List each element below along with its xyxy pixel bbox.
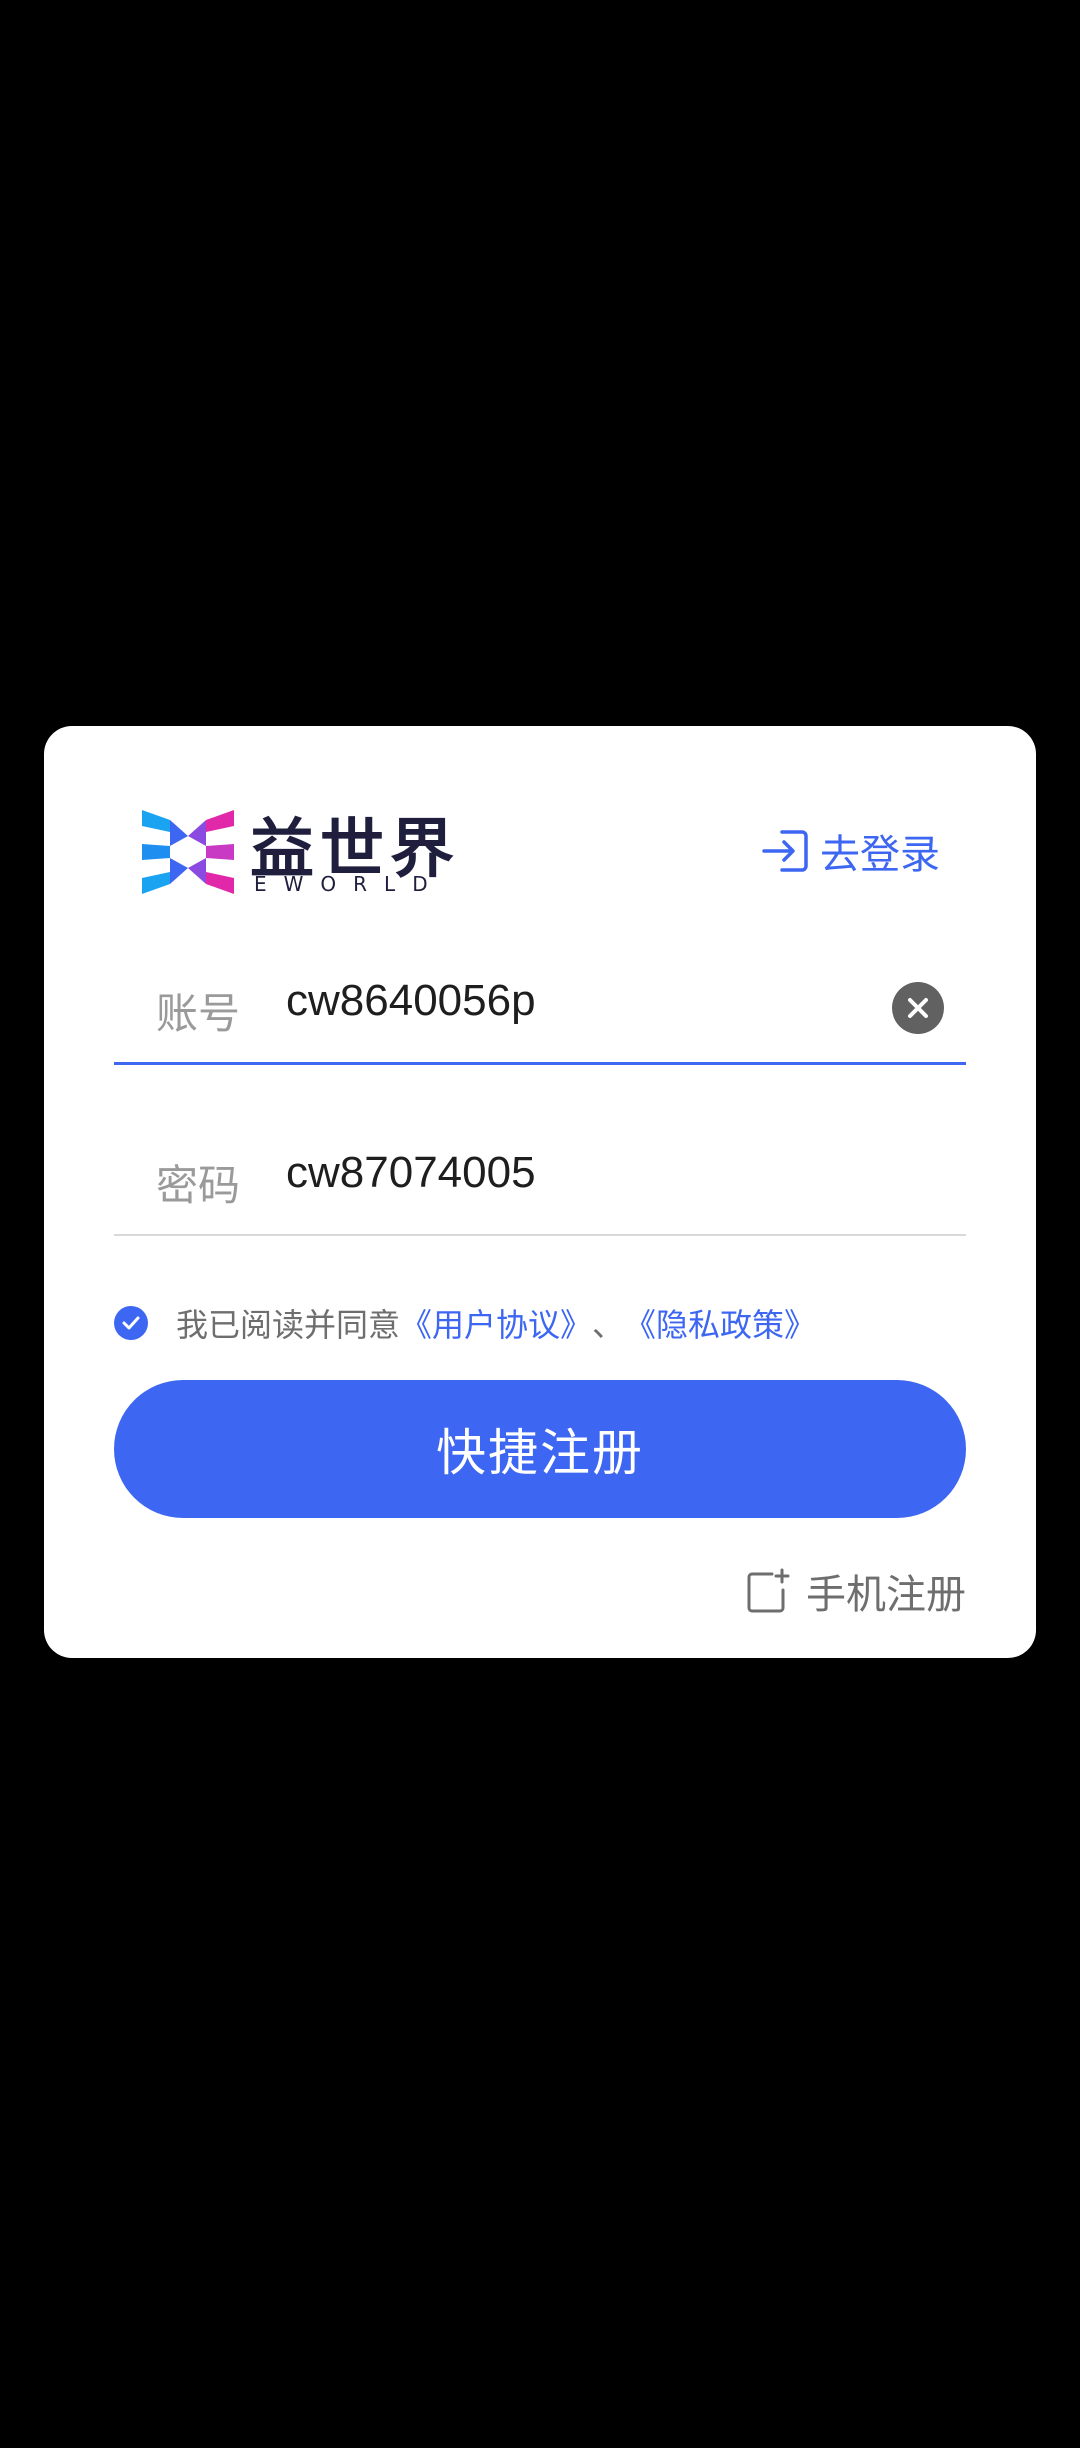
quick-register-button[interactable]: 快捷注册 bbox=[114, 1380, 966, 1518]
account-field[interactable]: 账号 cw8640056p bbox=[114, 952, 966, 1065]
register-dialog: 益世界 EWORLD 去登录 账号 cw8640056p 密码 cw870740… bbox=[44, 726, 1036, 1658]
brand-name-en: EWORLD bbox=[254, 872, 445, 896]
phone-register-icon bbox=[747, 1568, 790, 1613]
agreement-checkbox[interactable] bbox=[114, 1306, 148, 1340]
privacy-policy-link[interactable]: 《隐私政策》 bbox=[624, 1300, 816, 1346]
password-input[interactable]: cw87074005 bbox=[286, 1148, 536, 1198]
brand-logo: 益世界 EWORLD bbox=[140, 802, 460, 902]
account-input[interactable]: cw8640056p bbox=[286, 976, 536, 1026]
phone-register-label: 手机注册 bbox=[806, 1572, 966, 1618]
go-login-link[interactable]: 去登录 bbox=[760, 822, 940, 880]
close-icon bbox=[908, 998, 928, 1018]
agreement-row: 我已阅读并同意 《用户协议》 、 《隐私政策》 bbox=[114, 1300, 816, 1346]
check-icon bbox=[122, 1316, 140, 1330]
password-field[interactable]: 密码 cw87074005 bbox=[114, 1124, 966, 1236]
login-icon bbox=[762, 830, 808, 872]
phone-register-link[interactable]: 手机注册 bbox=[746, 1562, 966, 1620]
eworld-logo-icon bbox=[142, 810, 234, 894]
clear-account-button[interactable] bbox=[892, 982, 944, 1034]
account-label: 账号 bbox=[156, 989, 241, 1038]
agreement-prefix: 我已阅读并同意 bbox=[176, 1306, 401, 1344]
user-agreement-link[interactable]: 《用户协议》 bbox=[400, 1300, 592, 1346]
agreement-separator: 、 bbox=[592, 1306, 625, 1344]
password-label: 密码 bbox=[156, 1161, 241, 1210]
go-login-label: 去登录 bbox=[820, 832, 940, 878]
